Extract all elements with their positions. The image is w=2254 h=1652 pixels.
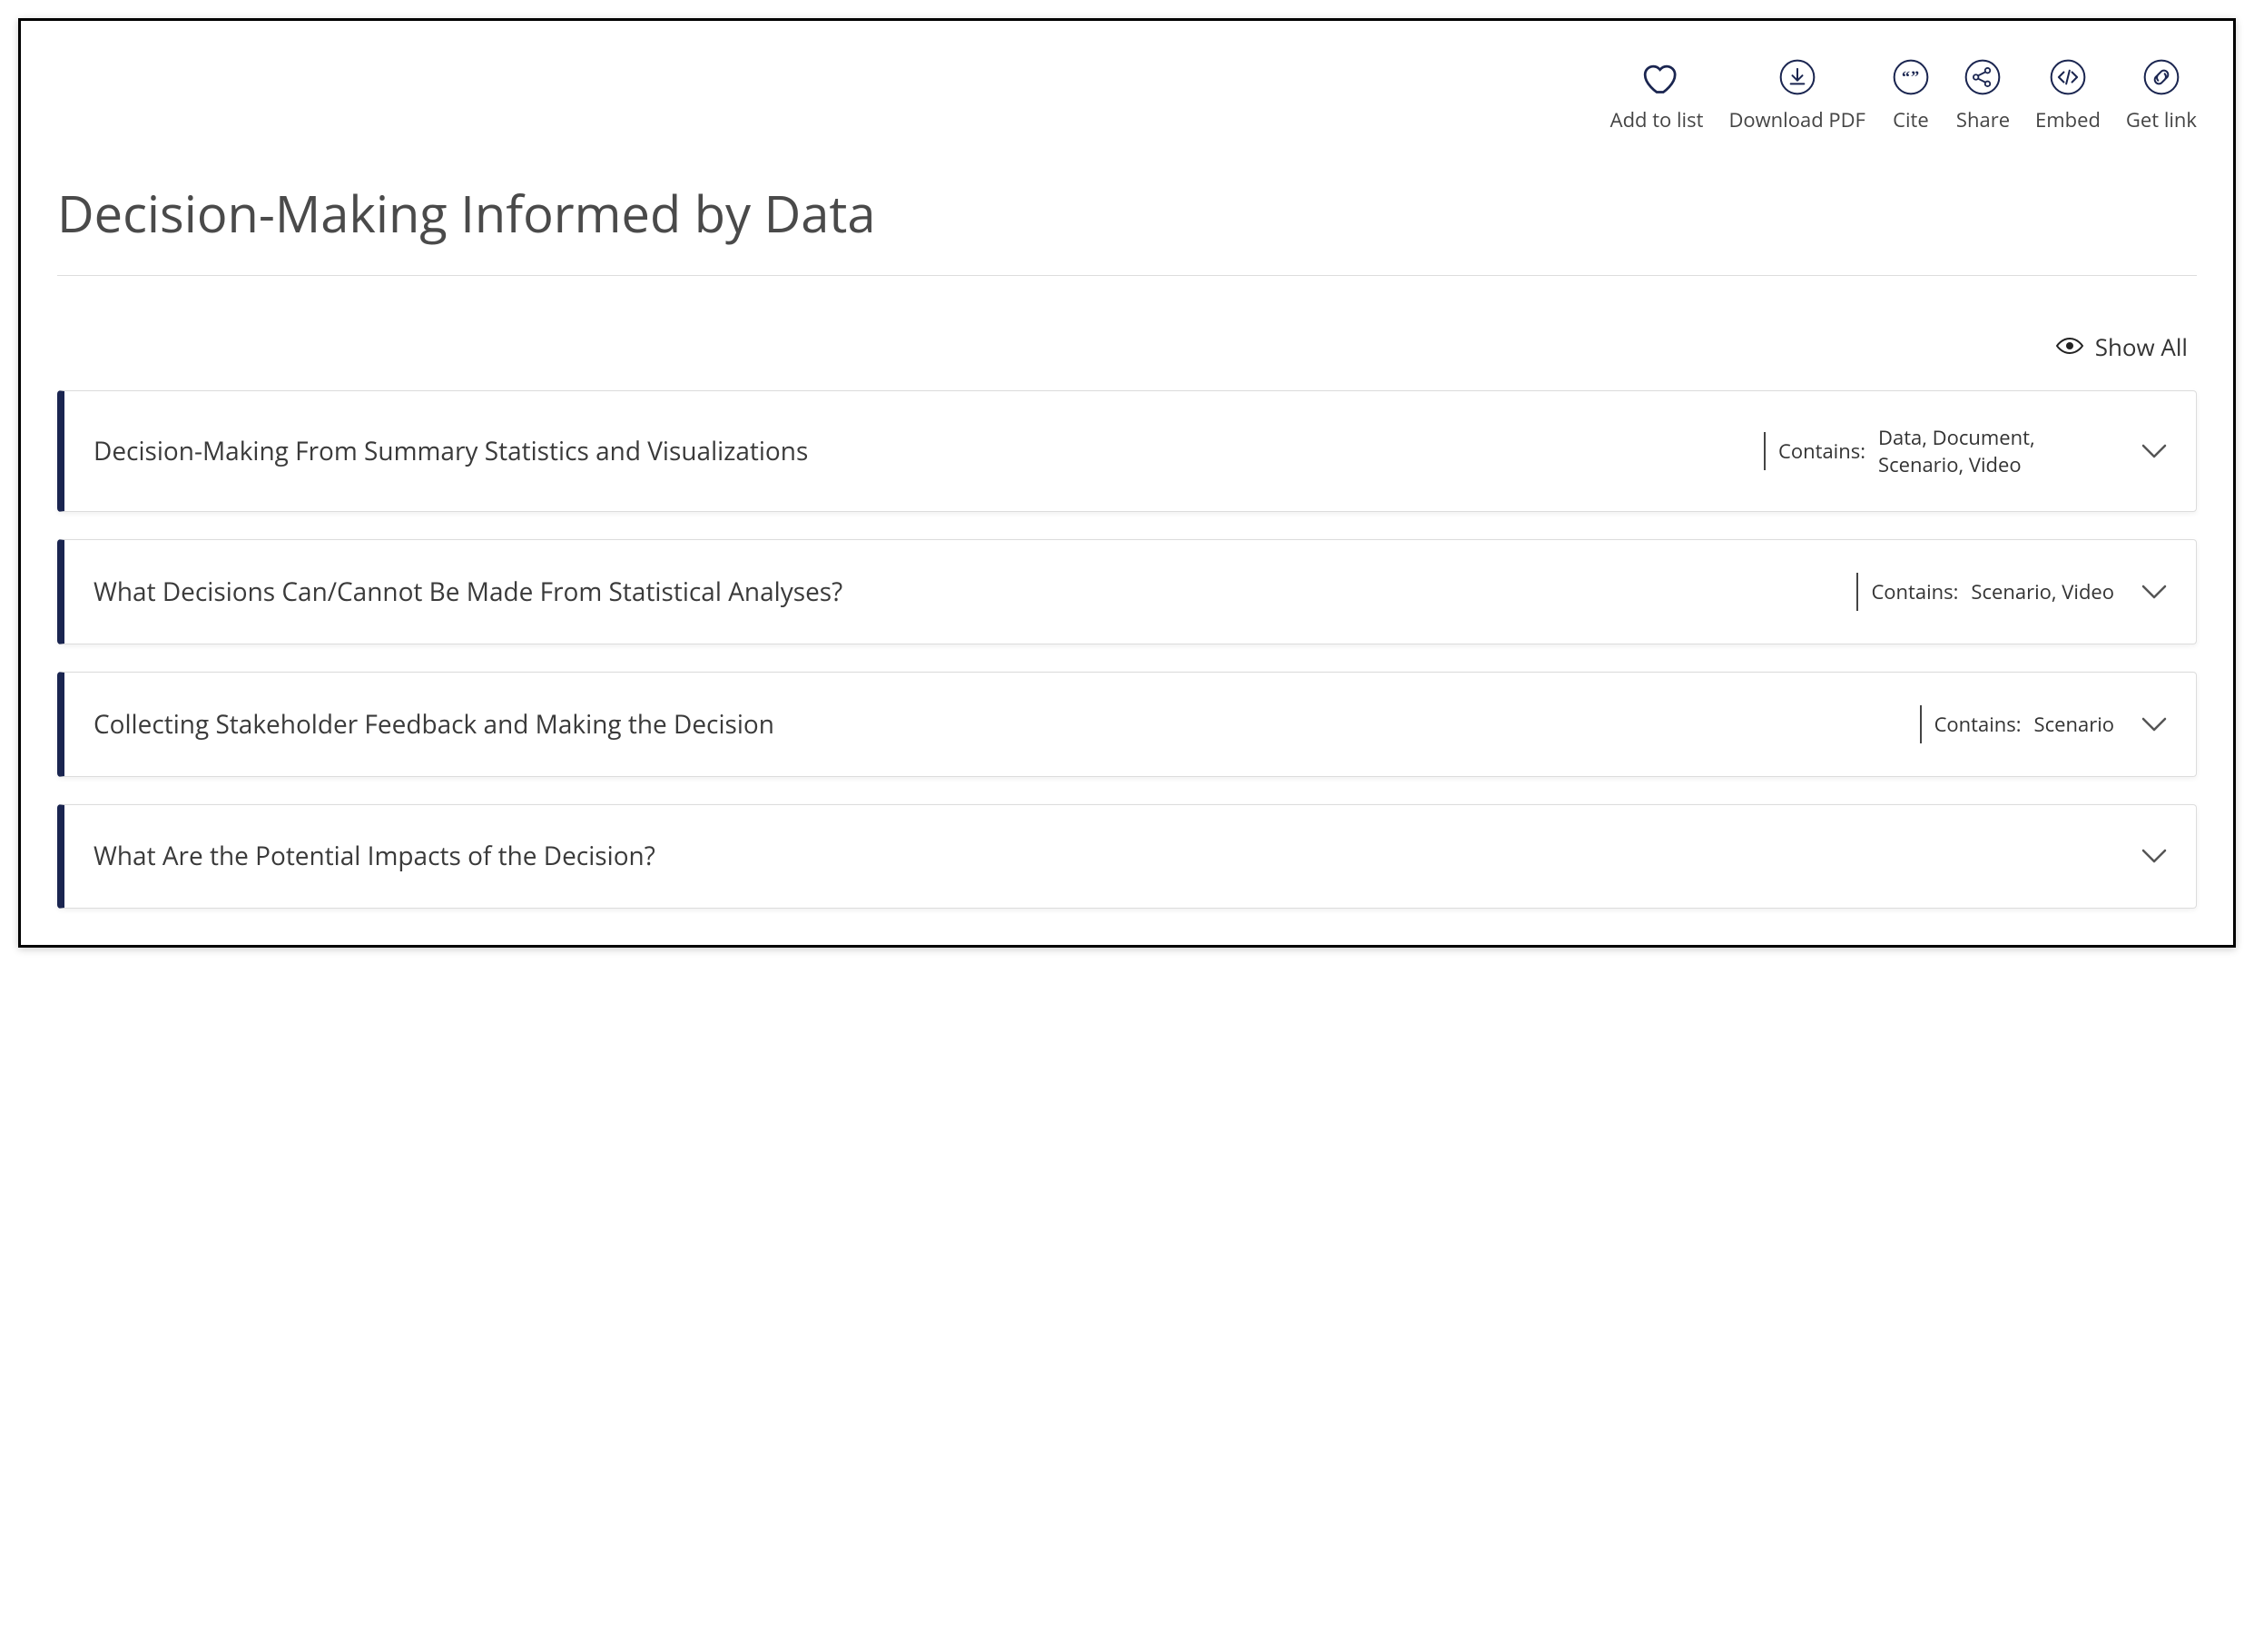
contains-label: Contains: [1871,578,1958,605]
toolbar-item-label: Share [1956,106,2010,133]
quote-icon [1891,57,1931,97]
toolbar-item-label: Add to list [1610,106,1704,133]
get-link-button[interactable]: Get link [2126,57,2197,133]
code-icon [2048,57,2088,97]
chevron-down-icon [2141,848,2167,864]
download-icon [1777,57,1817,97]
separator [1856,573,1858,611]
show-all-label: Show All [2095,330,2188,363]
accordion-contains: Contains: Scenario [1920,705,2141,743]
accordion-item[interactable]: Collecting Stakeholder Feedback and Maki… [57,672,2197,777]
chevron-down-icon [2141,716,2167,733]
share-icon [1963,57,2003,97]
contains-value: Data, Document, Scenario, Video [1878,424,2114,478]
chevron-down-icon [2141,584,2167,600]
toolbar-item-label: Download PDF [1728,106,1865,133]
page-title: Decision-Making Informed by Data [57,179,2197,248]
toolbar-item-label: Embed [2035,106,2101,133]
contains-value: Scenario, Video [1971,578,2114,605]
chevron-down-icon [2141,443,2167,459]
download-pdf-button[interactable]: Download PDF [1728,57,1865,133]
accordion-contains: Contains: Scenario, Video [1856,573,2141,611]
accordion-title: What Decisions Can/Cannot Be Made From S… [94,574,1856,611]
accordion-item[interactable]: What Are the Potential Impacts of the De… [57,804,2197,909]
show-all-button[interactable]: Show All [57,330,2197,363]
link-icon [2141,57,2181,97]
accordion-title: What Are the Potential Impacts of the De… [94,838,2141,875]
accordion-item[interactable]: Decision-Making From Summary Statistics … [57,390,2197,512]
contains-value: Scenario [2034,711,2114,738]
toolbar-item-label: Cite [1893,106,1929,133]
eye-icon [2055,330,2084,363]
accordion-contains: Contains: Data, Document, Scenario, Vide… [1764,424,2141,478]
accordion-title: Decision-Making From Summary Statistics … [94,433,1764,470]
share-button[interactable]: Share [1956,57,2010,133]
contains-label: Contains: [1778,438,1865,465]
divider [57,275,2197,276]
accordion-title: Collecting Stakeholder Feedback and Maki… [94,706,1920,743]
accordion-item[interactable]: What Decisions Can/Cannot Be Made From S… [57,539,2197,644]
heart-icon [1637,57,1677,97]
toolbar: Add to list Download PDF Cite Share Embe… [57,48,2197,161]
add-to-list-button[interactable]: Add to list [1610,57,1704,133]
separator [1764,432,1766,470]
separator [1920,705,1922,743]
accordion-list: Decision-Making From Summary Statistics … [57,390,2197,909]
embed-button[interactable]: Embed [2035,57,2101,133]
contains-label: Contains: [1934,711,2022,738]
toolbar-item-label: Get link [2126,106,2197,133]
cite-button[interactable]: Cite [1891,57,1931,133]
